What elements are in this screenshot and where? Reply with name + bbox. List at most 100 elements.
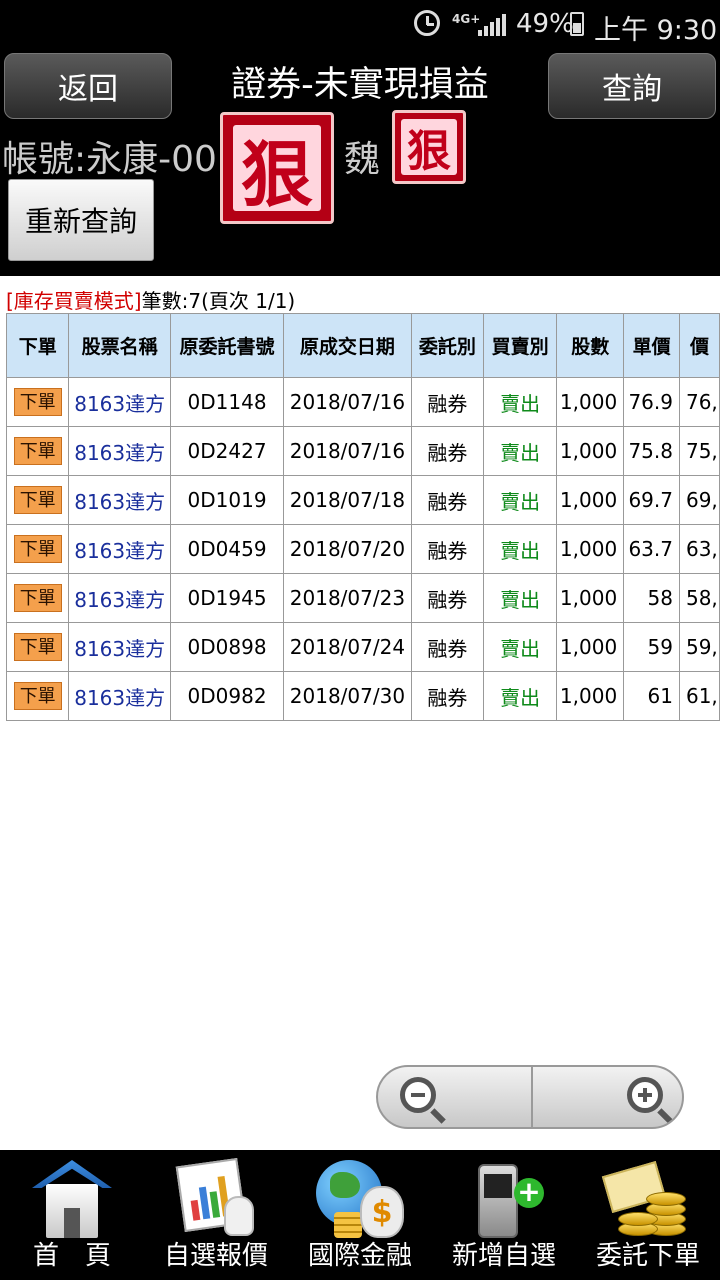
- trade-date: 2018/07/18: [283, 475, 412, 525]
- trade-side: 賣出: [482, 377, 558, 427]
- value: 69,: [678, 475, 720, 525]
- value: 61,: [678, 671, 720, 721]
- order-cell: 下單: [5, 671, 70, 721]
- table-row: 下單 8163達方 0D1148 2018/07/16 融券 賣出 1,000 …: [5, 377, 720, 427]
- unit-price: 69.7: [623, 475, 680, 525]
- order-button[interactable]: 下單: [13, 584, 62, 612]
- table-row: 下單 8163達方 0D0898 2018/07/24 融券 賣出 1,000 …: [5, 622, 720, 672]
- home-icon: [24, 1156, 120, 1242]
- nav-label: 新增自選: [451, 1241, 556, 1271]
- trade-date: 2018/07/30: [283, 671, 412, 721]
- stock-name[interactable]: 8163達方: [68, 622, 171, 672]
- nav-label: 國際金融: [307, 1241, 412, 1271]
- shares: 1,000: [556, 426, 625, 476]
- unit-price: 59: [623, 622, 680, 672]
- order-button[interactable]: 下單: [13, 682, 62, 710]
- battery-icon: [570, 12, 584, 36]
- shares: 1,000: [556, 377, 625, 427]
- stock-name[interactable]: 8163達方: [68, 573, 171, 623]
- zoom-out-icon: [400, 1077, 436, 1113]
- zoom-in-icon: [627, 1077, 663, 1113]
- trade-side: 賣出: [482, 426, 558, 476]
- table-header-row: 下單 股票名稱 原委託書號 原成交日期 委託別 買賣別 股數 單價 價: [5, 313, 720, 378]
- col-header-stock: 股票名稱: [68, 313, 171, 378]
- order-number: 0D2427: [169, 426, 285, 476]
- order-button[interactable]: 下單: [13, 633, 62, 661]
- stock-name[interactable]: 8163達方: [68, 426, 171, 476]
- unit-price: 61: [623, 671, 680, 721]
- col-header-price: 單價: [623, 313, 680, 378]
- order-cell: 下單: [5, 475, 70, 525]
- col-header-shares: 股數: [556, 313, 625, 378]
- order-number: 0D0459: [169, 524, 285, 574]
- zoom-control: [376, 1065, 684, 1129]
- stamp-char: 狠: [232, 124, 322, 217]
- sticker-stamp-large: 狠: [220, 112, 334, 224]
- mode-link[interactable]: [庫存買賣模式]: [6, 289, 142, 313]
- trade-side: 賣出: [482, 573, 558, 623]
- order-button[interactable]: 下單: [13, 535, 62, 563]
- trade-side: 賣出: [482, 622, 558, 672]
- chart-report-icon: [168, 1156, 264, 1242]
- stock-name[interactable]: 8163達方: [68, 475, 171, 525]
- sticker-stamp-small: 狠: [392, 110, 466, 184]
- unit-price: 76.9: [623, 377, 680, 427]
- shares: 1,000: [556, 622, 625, 672]
- order-type: 融券: [410, 377, 485, 427]
- col-header-side: 買賣別: [482, 313, 558, 378]
- table-row: 下單 8163達方 0D0459 2018/07/20 融券 賣出 1,000 …: [5, 524, 720, 574]
- nav-international-finance[interactable]: $ 國際金融: [288, 1150, 432, 1280]
- query-button[interactable]: 查詢: [548, 53, 716, 119]
- trade-side: 賣出: [482, 524, 558, 574]
- table-row: 下單 8163達方 0D0982 2018/07/30 融券 賣出 1,000 …: [5, 671, 720, 721]
- order-number: 0D0898: [169, 622, 285, 672]
- stock-name[interactable]: 8163達方: [68, 671, 171, 721]
- page-title: 證券-未實現損益: [231, 65, 489, 105]
- trade-date: 2018/07/23: [283, 573, 412, 623]
- battery-percent: 49%: [516, 9, 574, 39]
- order-type: 融券: [410, 524, 485, 574]
- order-cell: 下單: [5, 573, 70, 623]
- nav-watchlist-quotes[interactable]: 自選報價: [144, 1150, 288, 1280]
- nav-home[interactable]: 首 頁: [0, 1150, 144, 1280]
- order-type: 融券: [410, 475, 485, 525]
- trade-date: 2018/07/24: [283, 622, 412, 672]
- status-bar: 4G+ 49% 上午 9:30: [0, 0, 720, 48]
- nav-label: 自選報價: [163, 1241, 268, 1271]
- order-type: 融券: [410, 671, 485, 721]
- network-type: 4G+: [452, 12, 481, 26]
- table-row: 下單 8163達方 0D1019 2018/07/18 融券 賣出 1,000 …: [5, 475, 720, 525]
- shares: 1,000: [556, 524, 625, 574]
- unit-price: 58: [623, 573, 680, 623]
- value: 63,: [678, 524, 720, 574]
- order-cell: 下單: [5, 524, 70, 574]
- table-row: 下單 8163達方 0D2427 2018/07/16 融券 賣出 1,000 …: [5, 426, 720, 476]
- stamp-char: 狠: [401, 119, 457, 177]
- account-label: 帳號:永康-00: [2, 139, 217, 180]
- zoom-in-button[interactable]: [531, 1067, 682, 1127]
- zoom-out-button[interactable]: [378, 1067, 531, 1127]
- unit-price: 75.8: [623, 426, 680, 476]
- phone-add-icon: +: [456, 1156, 552, 1242]
- nav-label: 首 頁: [32, 1241, 111, 1271]
- stock-name[interactable]: 8163達方: [68, 524, 171, 574]
- order-type: 融券: [410, 426, 485, 476]
- order-cell: 下單: [5, 622, 70, 672]
- clock: 上午 9:30: [594, 15, 718, 46]
- nav-add-watchlist[interactable]: + 新增自選: [432, 1150, 576, 1280]
- record-info: [庫存買賣模式]筆數:7(頁次 1/1): [6, 285, 295, 314]
- order-button[interactable]: 下單: [13, 486, 62, 514]
- order-number: 0D0982: [169, 671, 285, 721]
- trade-date: 2018/07/16: [283, 426, 412, 476]
- col-header-type: 委託別: [410, 313, 485, 378]
- order-number: 0D1945: [169, 573, 285, 623]
- stock-name[interactable]: 8163達方: [68, 377, 171, 427]
- order-button[interactable]: 下單: [13, 437, 62, 465]
- order-cell: 下單: [5, 377, 70, 427]
- col-header-date: 原成交日期: [283, 313, 412, 378]
- value: 76,: [678, 377, 720, 427]
- order-button[interactable]: 下單: [13, 388, 62, 416]
- requery-button[interactable]: 重新查詢: [8, 179, 154, 261]
- back-button[interactable]: 返回: [4, 53, 172, 119]
- nav-place-order[interactable]: 委託下單: [576, 1150, 720, 1280]
